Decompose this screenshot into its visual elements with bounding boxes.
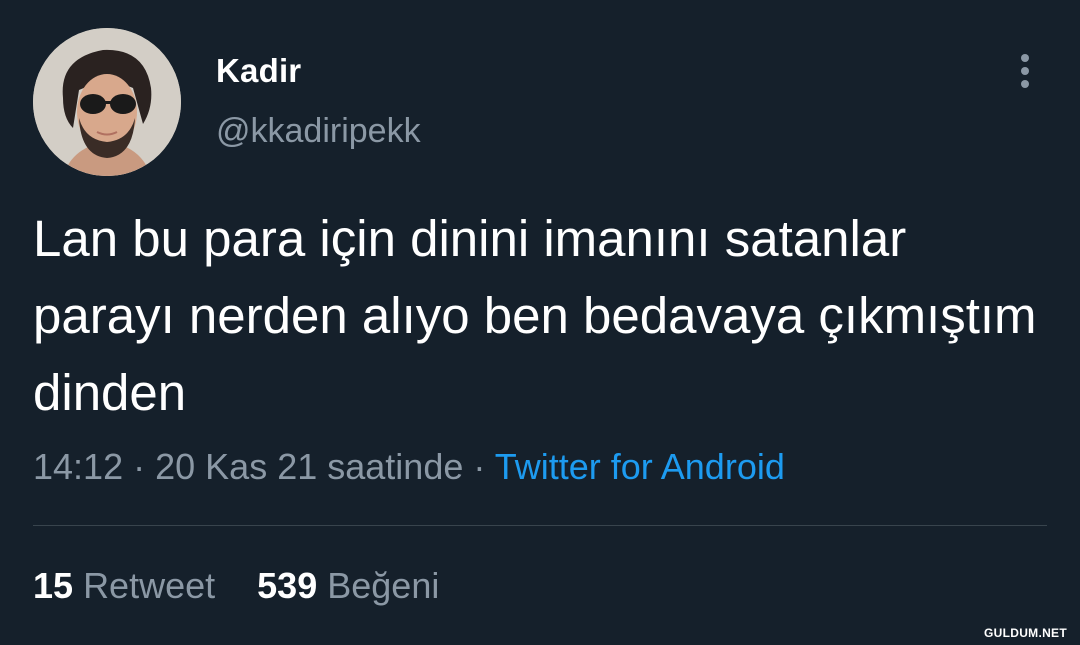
tweet-source-link[interactable]: Twitter for Android [495, 446, 785, 487]
author-name[interactable]: Kadir [216, 52, 301, 90]
divider [33, 525, 1047, 526]
like-label: Beğeni [327, 565, 440, 606]
more-vertical-icon[interactable] [1008, 52, 1042, 92]
tweet-time[interactable]: 14:12 [33, 446, 123, 487]
retweet-label: Retweet [83, 565, 216, 606]
meta-separator: · [473, 446, 486, 487]
like-count: 539 [257, 565, 318, 606]
watermark: GULDUM.NET [984, 626, 1067, 640]
tweet-meta: 14:12 · 20 Kas 21 saatinde · Twitter for… [33, 446, 785, 488]
likes-stat[interactable]: 539 Beğeni [257, 565, 439, 607]
profile-photo [33, 28, 181, 176]
tweet-card: Kadir @kkadiripekk Lan bu para için dini… [0, 0, 1080, 645]
meta-separator: · [133, 446, 146, 487]
retweet-count: 15 [33, 565, 74, 606]
author-handle[interactable]: @kkadiripekk [216, 112, 421, 151]
tweet-text: Lan bu para için dinini imanını satanlar… [33, 210, 1037, 421]
tweet-stats: 15 Retweet 539 Beğeni [33, 565, 439, 607]
tweet-date[interactable]: 20 Kas 21 saatinde [155, 446, 463, 487]
avatar[interactable] [33, 28, 181, 176]
retweets-stat[interactable]: 15 Retweet [33, 565, 215, 607]
